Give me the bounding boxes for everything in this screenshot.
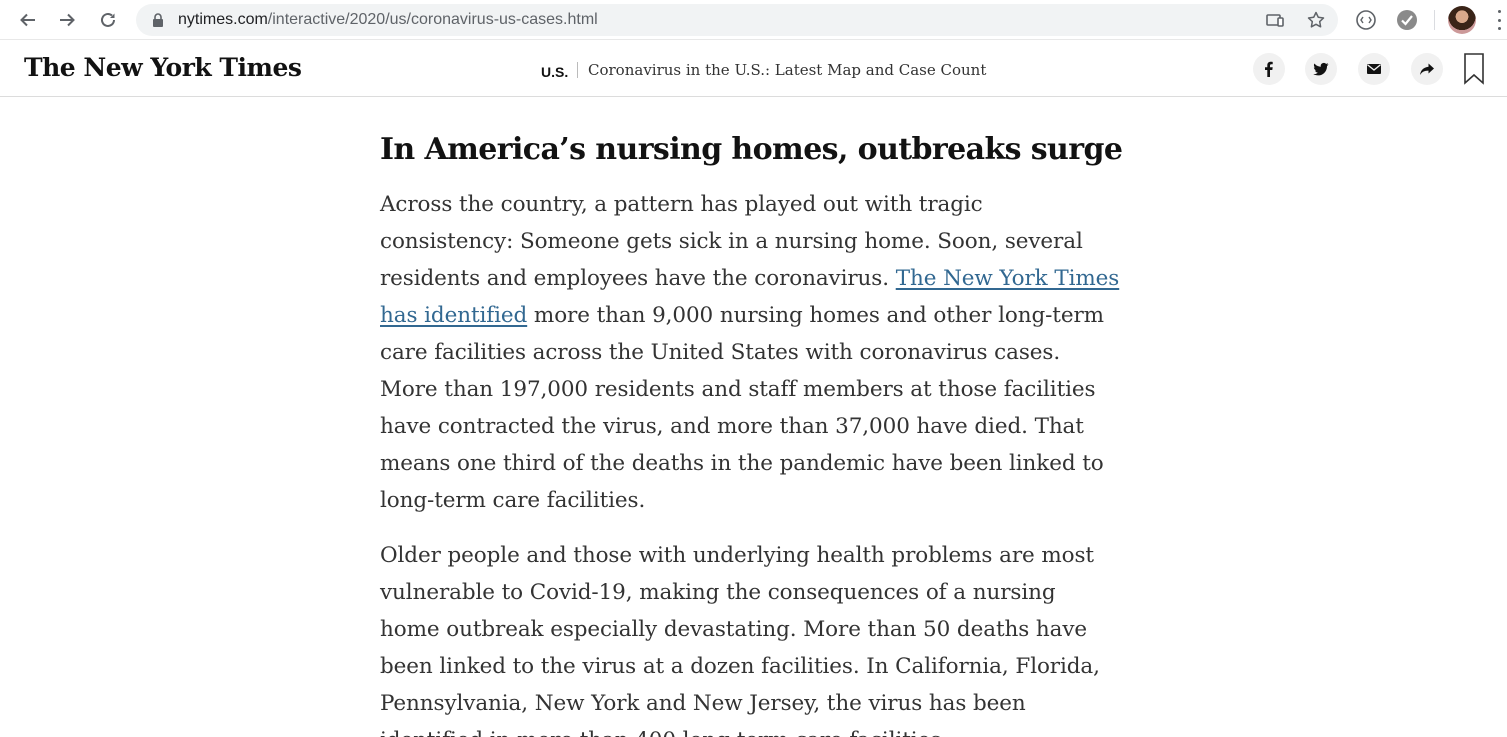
header-divider: [577, 62, 578, 78]
lock-icon: [153, 13, 163, 27]
url-domain: nytimes.com: [178, 11, 268, 28]
article-paragraph-1: Across the country, a pattern has played…: [380, 186, 1120, 519]
article-headline: In America’s nursing homes, outbreaks su…: [380, 132, 1123, 167]
article-body: In America’s nursing homes, outbreaks su…: [380, 126, 1123, 737]
twitter-icon[interactable]: [1305, 53, 1337, 85]
menu-kebab-icon[interactable]: [1494, 10, 1504, 30]
cast-icon[interactable]: [1265, 10, 1285, 30]
article-paragraph-2: Older people and those with underlying h…: [380, 543, 1100, 737]
back-arrow-icon[interactable]: [14, 6, 42, 34]
address-bar[interactable]: nytimes.com/interactive/2020/us/coronavi…: [136, 4, 1338, 36]
extension-icon[interactable]: [1355, 9, 1377, 31]
star-icon[interactable]: [1306, 10, 1326, 30]
url-text: nytimes.com/interactive/2020/us/coronavi…: [178, 11, 598, 29]
email-icon[interactable]: [1358, 53, 1390, 85]
facebook-icon[interactable]: [1253, 53, 1285, 85]
header-article-title: Coronavirus in the U.S.: Latest Map and …: [588, 61, 987, 79]
browser-toolbar: nytimes.com/interactive/2020/us/coronavi…: [0, 0, 1507, 40]
paragraph-text: more than 9,000 nursing homes and other …: [380, 303, 1104, 513]
forward-arrow-icon[interactable]: [53, 6, 81, 34]
reload-icon[interactable]: [94, 6, 122, 34]
profile-avatar[interactable]: [1448, 6, 1476, 34]
checkmark-extension-icon[interactable]: [1396, 9, 1418, 31]
url-path: /interactive/2020/us/coronavirus-us-case…: [267, 11, 598, 28]
nyt-logo[interactable]: The New York Times: [24, 53, 302, 82]
site-header: The New York Times U.S. Coronavirus in t…: [0, 42, 1507, 97]
section-link[interactable]: U.S.: [541, 64, 568, 80]
toolbar-divider: [1434, 10, 1435, 30]
bookmark-icon[interactable]: [1463, 53, 1485, 85]
share-arrow-icon[interactable]: [1411, 53, 1443, 85]
